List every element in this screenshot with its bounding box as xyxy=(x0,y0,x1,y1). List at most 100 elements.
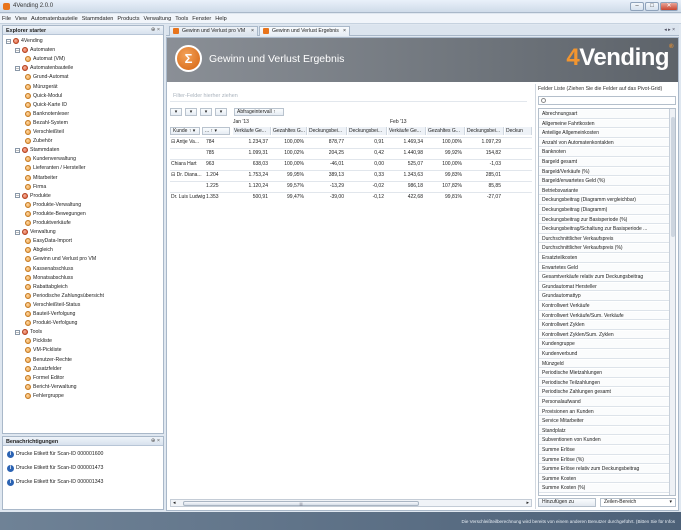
tab-gewinn-verlust-ergebnis[interactable]: Gewinn und Verlust Ergebnis × xyxy=(259,26,350,36)
column-header[interactable]: Verkäufe Ge... xyxy=(388,127,426,135)
row-label-kunde[interactable]: Chiara Hart xyxy=(171,160,205,168)
tree-expander-icon[interactable]: – xyxy=(15,193,20,199)
horizontal-scrollbar[interactable]: ◂ ||| ▸ xyxy=(170,499,532,507)
field-item[interactable]: Summe Erlöse xyxy=(539,446,669,455)
filter-drop-zone[interactable]: Filter-Felder hierher ziehen xyxy=(170,90,527,102)
tree-expander-icon[interactable]: – xyxy=(15,147,20,153)
field-item[interactable]: Grundautomattyp xyxy=(539,292,669,301)
add-to-button[interactable]: Hinzufügen zu xyxy=(538,498,596,507)
menu-tools[interactable]: Tools xyxy=(173,14,190,22)
field-item[interactable]: Deckungsbeitrag zur Basisperiode (%) xyxy=(539,215,669,225)
field-item[interactable]: Kontrollwert Zyklen xyxy=(539,321,669,330)
field-item[interactable]: Anzahl von Automatenkontakten xyxy=(539,138,669,148)
field-item[interactable]: Banknoten xyxy=(539,148,669,157)
field-item[interactable]: Allgemeine Fahrtkosten xyxy=(539,119,669,129)
tree-expander-icon[interactable]: – xyxy=(15,47,20,53)
close-window-button[interactable]: ✕ xyxy=(660,2,678,11)
field-item[interactable]: Summe Kosten (%) xyxy=(539,484,669,493)
field-item[interactable]: Bargeld/erwartetes Geld (%) xyxy=(539,177,669,186)
menu-help[interactable]: Help xyxy=(213,14,229,22)
minimize-button[interactable]: – xyxy=(630,2,644,11)
tree-expander-icon[interactable]: – xyxy=(15,229,20,235)
tree-expander-icon[interactable]: – xyxy=(6,38,11,44)
field-item[interactable]: Summe Erlöse relativ zum Deckungsbeitrag xyxy=(539,465,669,474)
field-item[interactable]: Kontrollwert Verkäufe xyxy=(539,302,669,311)
field-item[interactable]: Summe Kosten xyxy=(539,474,669,484)
module-icon xyxy=(25,374,31,381)
column-header[interactable]: Deckungsbei... xyxy=(348,127,387,135)
field-item[interactable]: Deckungsbeitrag/Schaltung zur Basisperio… xyxy=(539,225,669,234)
field-item[interactable]: Erwartetes Geld xyxy=(539,263,669,273)
field-item[interactable]: Betriebsvariante xyxy=(539,186,669,196)
notification-item[interactable]: i Drucke Etikett für Scan-ID 000001343 xyxy=(7,478,103,487)
menu-stammdaten[interactable]: Stammdaten xyxy=(80,14,116,22)
column-filter-button[interactable]: ▾ xyxy=(170,108,182,116)
column-filter-button[interactable]: ▾ xyxy=(200,108,212,116)
field-item[interactable]: Bargeld/Verkäufe (%) xyxy=(539,167,669,177)
field-item[interactable]: Periodische Mietzahlungen xyxy=(539,369,669,378)
row-header-id[interactable]: ... ↑ ▾ xyxy=(202,127,230,135)
row-label-kunde[interactable]: Dr. Luis Ludwig xyxy=(171,193,205,201)
field-item[interactable]: Kontrollwert Zyklen/Sum. Zyklen xyxy=(539,330,669,340)
row-label-kunde[interactable]: ⊟ Antje Va... xyxy=(171,138,205,146)
field-item[interactable]: Subventionen von Kunden xyxy=(539,436,669,445)
field-item[interactable]: Durchschnittlicher Verkaufspreis xyxy=(539,234,669,244)
field-item[interactable]: Kontrollwert Verkäufe/Sum. Verkäufe xyxy=(539,311,669,321)
menu-products[interactable]: Products xyxy=(115,14,141,22)
field-item[interactable]: Standplatz xyxy=(539,426,669,436)
field-item[interactable]: Deckungsbeitrag (Diagramm) xyxy=(539,206,669,215)
tab-close-icon[interactable]: × xyxy=(251,27,254,35)
notification-item[interactable]: i Drucke Etikett für Scan-ID 000001473 xyxy=(7,464,103,473)
column-header[interactable]: Deckungsbei... xyxy=(308,127,347,135)
field-list-scrollbar[interactable] xyxy=(669,109,675,495)
field-item[interactable]: Personalaufwand xyxy=(539,398,669,407)
column-header[interactable]: Verkäufe Ge... xyxy=(233,127,271,135)
tab-navigation[interactable]: ◂ ▸ × xyxy=(664,27,675,33)
scroll-left-icon[interactable]: ◂ xyxy=(173,500,176,506)
scroll-thumb[interactable]: ||| xyxy=(183,501,419,506)
column-filter-button[interactable]: ▾ xyxy=(185,108,197,116)
field-search-input[interactable] xyxy=(538,96,676,105)
tree-expander-icon[interactable]: – xyxy=(15,329,20,335)
field-item[interactable]: Service Mitarbeiter xyxy=(539,417,669,426)
field-item[interactable]: Abrechnungsart xyxy=(539,110,669,119)
column-filter-button[interactable]: ▾ xyxy=(215,108,227,116)
menu-view[interactable]: View xyxy=(13,14,29,22)
area-select[interactable]: Zeilen-Bereich ▾ xyxy=(600,498,676,507)
field-item[interactable]: Durchschnittlicher Verkaufspreis (%) xyxy=(539,244,669,253)
maximize-button[interactable]: □ xyxy=(645,2,659,11)
field-item[interactable]: Ersatzteilkosten xyxy=(539,254,669,263)
scroll-right-icon[interactable]: ▸ xyxy=(526,500,529,506)
explorer-pin-close[interactable]: ⊕ × xyxy=(151,27,160,33)
notifications-pin-close[interactable]: ⊕ × xyxy=(151,438,160,444)
column-header[interactable]: Deckun xyxy=(505,127,532,135)
field-item[interactable]: Deckungsbeitrag (Diagramm vergleichbar) xyxy=(539,196,669,205)
field-item[interactable]: Provisionen an Kunden xyxy=(539,407,669,417)
field-item[interactable]: Münzgeld xyxy=(539,359,669,369)
field-item[interactable]: Grundautomat Hersteller xyxy=(539,282,669,292)
tab-gewinn-verlust-pro-vm[interactable]: Gewinn und Verlust pro VM × xyxy=(169,26,258,36)
notification-item[interactable]: i Drucke Etikett für Scan-ID 000001600 xyxy=(7,450,103,459)
menu-file[interactable]: File xyxy=(0,14,13,22)
interval-button[interactable]: Abfrageintervall ↑ xyxy=(234,108,284,116)
field-item[interactable]: Anteilige Allgemeinkosten xyxy=(539,129,669,138)
field-item[interactable]: Kundengruppe xyxy=(539,340,669,349)
row-header-kunde[interactable]: Kunde ↑ ▾ xyxy=(170,127,200,135)
menu-verwaltung[interactable]: Verwaltung xyxy=(142,14,174,22)
field-item[interactable]: Bargeld gesamt xyxy=(539,158,669,167)
row-label-kunde[interactable]: ⊟ Dr. Diana... xyxy=(171,171,205,179)
field-item[interactable]: Periodische Teilzahlungen xyxy=(539,378,669,388)
tab-close-icon[interactable]: × xyxy=(343,27,346,35)
field-item[interactable]: Kundenverbund xyxy=(539,350,669,359)
column-header[interactable]: Gezahltes G... xyxy=(427,127,465,135)
tree-item-label: 4Vending xyxy=(21,38,43,44)
column-header[interactable]: Deckungsbei... xyxy=(466,127,504,135)
menu-fenster[interactable]: Fenster xyxy=(190,14,213,22)
field-item[interactable]: Summe Erlöse (%) xyxy=(539,455,669,465)
scroll-thumb[interactable] xyxy=(671,117,675,237)
field-item[interactable]: Gesamtverkäufe relativ zum Deckungsbeitr… xyxy=(539,273,669,282)
column-header[interactable]: Gezahltes G... xyxy=(272,127,307,135)
menu-automatenbauteile[interactable]: Automatenbauteile xyxy=(29,14,80,22)
tree-expander-icon[interactable]: – xyxy=(15,65,20,71)
field-item[interactable]: Periodische Zahlungen gesamt xyxy=(539,388,669,397)
